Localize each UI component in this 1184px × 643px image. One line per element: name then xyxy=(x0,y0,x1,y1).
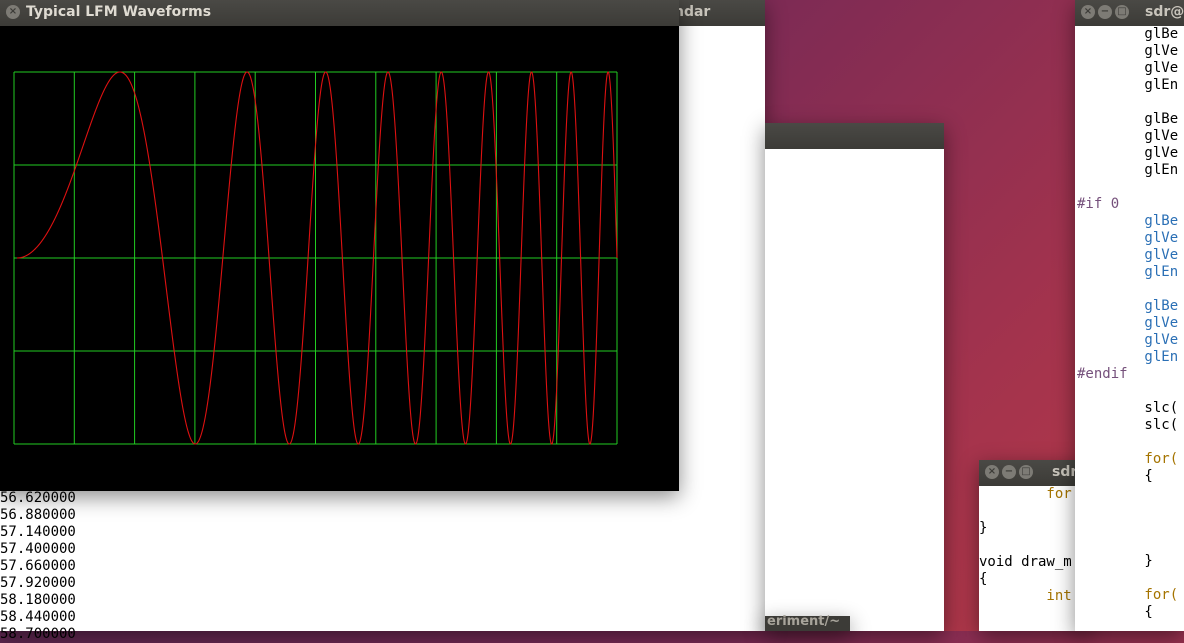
code-line: glBe xyxy=(1077,111,1179,127)
terminal-line: 56.880000 xyxy=(0,507,76,523)
code-line: } xyxy=(1077,553,1153,569)
terminal-line: 58.440000 xyxy=(0,609,76,625)
code-line: } xyxy=(979,520,988,536)
right-code-window[interactable]: × − □ sdr@ glBe glVe glVe glEn glBe glVe… xyxy=(1075,0,1184,631)
code-line: glVe xyxy=(1077,315,1179,331)
code-line: { xyxy=(979,571,988,587)
code-line: int xyxy=(979,588,1072,604)
small-code-window[interactable]: × − □ sdr for } void draw_m{ int xyxy=(979,460,1089,631)
terminal-line: 56.620000 xyxy=(0,490,76,506)
code-line: slc( xyxy=(1077,417,1179,433)
minimize-icon[interactable]: − xyxy=(1098,5,1112,19)
minimize-icon[interactable]: − xyxy=(1002,465,1016,479)
lfm-window-titlebar[interactable]: × Typical LFM Waveforms xyxy=(0,0,679,26)
close-icon[interactable]: × xyxy=(6,5,20,19)
code-line: glEn xyxy=(1077,77,1179,93)
terminal-line: 57.140000 xyxy=(0,524,76,540)
code-line: glVe xyxy=(1077,145,1179,161)
code-line: glBe xyxy=(1077,298,1179,314)
code-line: void draw_m xyxy=(979,554,1072,570)
code-line: for xyxy=(979,486,1072,502)
code-line: glVe xyxy=(1077,128,1179,144)
terminal-line: 58.700000 xyxy=(0,626,76,642)
bottom-window-title: eriment/~ xyxy=(767,614,841,629)
background-terminal-title: ndar xyxy=(674,4,711,20)
terminal-line: 57.400000 xyxy=(0,541,76,557)
right-code-title: sdr@ xyxy=(1145,4,1184,20)
code-line: #if 0 xyxy=(1077,196,1120,212)
code-line: glVe xyxy=(1077,230,1179,246)
close-icon[interactable]: × xyxy=(985,465,999,479)
code-line: slc( xyxy=(1077,400,1179,416)
small-code-titlebar[interactable]: × − □ sdr xyxy=(979,460,1089,486)
code-line: glEn xyxy=(1077,264,1179,280)
code-line: glBe xyxy=(1077,213,1179,229)
code-line: for( xyxy=(1077,587,1179,603)
terminal-line: 58.180000 xyxy=(0,592,76,608)
code-line: glEn xyxy=(1077,162,1179,178)
code-line: glVe xyxy=(1077,247,1179,263)
middle-blank-window[interactable] xyxy=(765,123,944,631)
bottom-window[interactable]: eriment/~ xyxy=(765,614,850,631)
close-icon[interactable]: × xyxy=(1081,5,1095,19)
code-line: { xyxy=(1077,604,1153,620)
small-code-title: sdr xyxy=(1052,464,1078,480)
lfm-window-title: Typical LFM Waveforms xyxy=(26,4,212,20)
code-line: glBe xyxy=(1077,26,1179,42)
code-line: glVe xyxy=(1077,332,1179,348)
small-code-editor[interactable]: for } void draw_m{ int xyxy=(979,486,1072,605)
lfm-waveform-plot xyxy=(13,71,618,445)
code-line: glVe xyxy=(1077,60,1179,76)
code-line: #endif xyxy=(1077,366,1128,382)
terminal-output: 56.620000 56.880000 57.140000 57.400000 57.6… xyxy=(0,490,76,643)
lfm-waveform-window[interactable]: × Typical LFM Waveforms xyxy=(0,0,679,491)
right-code-editor[interactable]: glBe glVe glVe glEn glBe glVe glVe glEn … xyxy=(1077,26,1178,621)
terminal-line: 57.660000 xyxy=(0,558,76,574)
code-line: glEn xyxy=(1077,349,1179,365)
code-line: glVe xyxy=(1077,43,1179,59)
terminal-line: 57.920000 xyxy=(0,575,76,591)
code-line: for( xyxy=(1077,451,1179,467)
maximize-icon[interactable]: □ xyxy=(1019,465,1033,479)
middle-window-titlebar[interactable] xyxy=(765,123,944,149)
maximize-icon[interactable]: □ xyxy=(1115,5,1129,19)
code-line: { xyxy=(1077,468,1153,484)
right-code-titlebar[interactable]: × − □ sdr@ xyxy=(1075,0,1184,26)
